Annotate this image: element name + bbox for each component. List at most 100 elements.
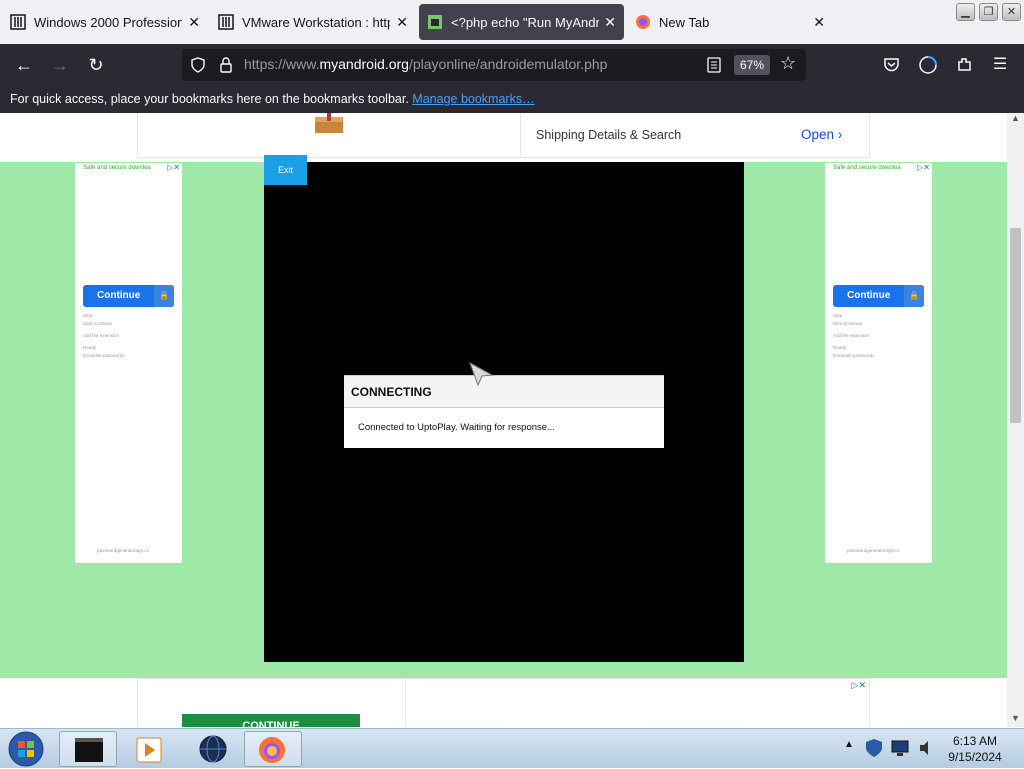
zoom-indicator[interactable]: 67%: [734, 55, 771, 75]
dialog-title: CONNECTING: [344, 376, 664, 408]
ad-continue-button[interactable]: Continue 🔒: [83, 285, 174, 307]
ad-divider: [520, 113, 521, 158]
close-icon[interactable]: ✕: [604, 14, 616, 31]
url-bar[interactable]: https://www.myandroid.org/playonline/and…: [182, 49, 806, 81]
tab-bar: Windows 2000 Professional ✕ VMware Works…: [0, 0, 1024, 44]
ad-close-icon[interactable]: ▷✕: [852, 680, 866, 691]
shipping-ad-text: Shipping Details & Search: [536, 128, 682, 142]
reload-button[interactable]: ↻: [84, 53, 108, 77]
reader-view-icon[interactable]: [707, 57, 721, 73]
bottom-ad-banner[interactable]: ▷✕ CONTINUE: [137, 678, 870, 727]
bookmark-star-icon[interactable]: ☆: [780, 53, 796, 74]
lock-icon: 🔒: [904, 285, 924, 307]
forward-button[interactable]: →: [48, 53, 72, 77]
ad-open-label: Open: [801, 127, 835, 142]
account-icon[interactable]: [918, 55, 938, 75]
package-icon: [315, 113, 343, 133]
scrollbar-thumb[interactable]: [1010, 228, 1021, 423]
ad-line: Generate passwords: [83, 353, 125, 358]
navigation-toolbar: ← → ↻ https://www.myandroid.org/playonli…: [0, 44, 1024, 86]
left-side-ad[interactable]: Safe and secure downloa ▷✕ Continue 🔒 Ste…: [75, 163, 182, 563]
show-hidden-icons-icon[interactable]: ▲: [844, 739, 854, 750]
system-tray: ▲: [840, 729, 950, 769]
bookmarks-toolbar: For quick access, place your bookmarks h…: [0, 86, 1024, 113]
ad-header: Safe and secure downloa: [833, 165, 901, 171]
tab-label: <?php echo "Run MyAndro: [451, 14, 599, 30]
back-button[interactable]: ←: [12, 53, 36, 77]
extensions-icon[interactable]: [956, 56, 973, 73]
close-icon[interactable]: ✕: [813, 14, 825, 31]
bookmarks-message: For quick access, place your bookmarks h…: [10, 92, 409, 106]
speaker-icon[interactable]: [916, 738, 936, 758]
chevron-right-icon: ›: [837, 127, 843, 142]
ad-close-icon[interactable]: ▷✕: [167, 163, 180, 172]
tab-windows-2000[interactable]: Windows 2000 Professional ✕: [2, 4, 208, 40]
page-content: Shipping Details & Search Open › Safe an…: [0, 113, 1007, 727]
network-globe-icon[interactable]: [198, 734, 228, 764]
url-prefix: https://www.: [244, 56, 320, 72]
continue-label: Continue: [847, 290, 891, 301]
ad-line: Click Continue: [833, 321, 863, 326]
menu-icon[interactable]: ☰: [988, 53, 1012, 77]
ad-header: Safe and secure downloa: [83, 165, 151, 171]
scroll-up-icon[interactable]: ▲: [1011, 113, 1020, 123]
clock-time: 6:13 AM: [952, 734, 998, 748]
dialog-message: Connected to UptoPlay. Waiting for respo…: [358, 422, 555, 433]
ad-continue-button[interactable]: Continue 🔒: [833, 285, 924, 307]
right-side-ad[interactable]: Safe and secure downloa ▷✕ Continue 🔒 Ste…: [825, 163, 932, 563]
tab-new-tab[interactable]: New Tab ✕: [627, 4, 833, 40]
vmware-page-icon: [218, 14, 234, 30]
ad-footer: passwordgeneratorapp.co: [847, 548, 900, 553]
terminal-icon: [75, 738, 103, 762]
tab-myandroid[interactable]: <?php echo "Run MyAndro ✕: [419, 4, 624, 40]
media-player-icon[interactable]: [136, 737, 162, 763]
manage-bookmarks-link[interactable]: Manage bookmarks…: [412, 92, 534, 106]
lock-icon: 🔒: [154, 285, 174, 307]
tab-label: VMware Workstation : http: [242, 14, 390, 30]
taskbar-app-firefox[interactable]: [244, 731, 302, 767]
top-ad-banner[interactable]: Shipping Details & Search Open ›: [137, 113, 870, 158]
ad-close-icon[interactable]: ▷✕: [917, 163, 930, 172]
exit-button[interactable]: Exit: [264, 155, 307, 185]
tab-label: New Tab: [659, 14, 710, 30]
shield-icon[interactable]: [190, 57, 206, 73]
ad-line: Add the extension: [83, 333, 120, 338]
taskbar-app-terminal[interactable]: [59, 731, 117, 767]
scroll-down-icon[interactable]: ▼: [1011, 713, 1020, 723]
ad-line: Click Continue: [83, 321, 113, 326]
close-window-button[interactable]: ✕: [1002, 3, 1021, 21]
connecting-dialog: CONNECTING Connected to UptoPlay. Waitin…: [344, 375, 664, 448]
url-text[interactable]: https://www.myandroid.org/playonline/and…: [244, 56, 607, 72]
ad-line: Ready: [83, 345, 97, 350]
ad-divider: [405, 679, 406, 727]
android-icon: [428, 15, 442, 29]
bottom-continue-button[interactable]: CONTINUE: [182, 714, 360, 727]
tab-vmware[interactable]: VMware Workstation : http ✕: [210, 4, 416, 40]
firefox-icon: [636, 15, 650, 29]
monitor-icon[interactable]: [890, 738, 910, 758]
start-button-icon[interactable]: [7, 731, 45, 767]
taskbar: ▲ 6:13 AM 9/15/2024: [0, 728, 1024, 768]
minimize-button[interactable]: ▁: [956, 3, 975, 21]
page-scrollbar[interactable]: ▲ ▼: [1007, 113, 1024, 727]
ad-line: Step: [833, 313, 843, 318]
url-domain: myandroid.org: [319, 56, 409, 72]
ad-line: Step: [83, 313, 93, 318]
ad-line: Generate passwords: [833, 353, 875, 358]
mouse-cursor-icon: [469, 361, 494, 387]
clock-date: 9/15/2024: [948, 750, 1002, 764]
firefox-icon: [259, 737, 285, 763]
restore-button[interactable]: ❐: [979, 3, 998, 21]
close-icon[interactable]: ✕: [396, 14, 408, 31]
vmware-page-icon: [10, 14, 26, 30]
pocket-icon[interactable]: [883, 57, 900, 73]
clock[interactable]: 6:13 AM 9/15/2024: [940, 733, 1010, 765]
security-shield-icon[interactable]: [864, 738, 884, 758]
ad-open-link[interactable]: Open ›: [801, 127, 842, 142]
ad-line: Add the extension: [833, 333, 870, 338]
lock-icon[interactable]: [219, 57, 233, 73]
ad-line: Ready: [833, 345, 847, 350]
close-icon[interactable]: ✕: [188, 14, 200, 31]
tab-label: Windows 2000 Professional: [34, 14, 182, 30]
url-path: /playonline/androidemulator.php: [408, 56, 608, 72]
